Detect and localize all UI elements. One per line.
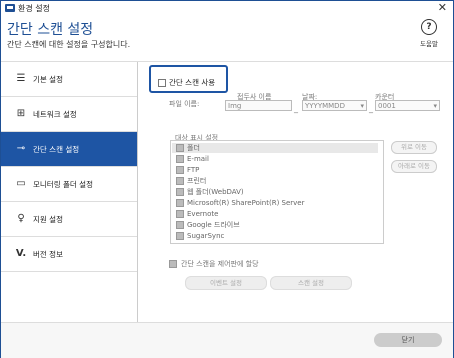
separator-1: _ [294,104,298,113]
sidebar-item-label: 버전 정보 [33,250,63,259]
sidebar-item-monitoring-folder[interactable]: ▭ 모니터링 폴더 설정 [1,167,137,202]
sidebar-item-basic[interactable]: ☰ 기본 설정 [1,62,137,97]
separator-2: _ [369,104,373,113]
list-item-label: Google 드라이브 [187,221,240,229]
list-item-label: SugarSync [187,232,225,240]
lightbulb-icon: ♀ [17,213,25,224]
enable-quick-scan-checkbox[interactable]: 간단 스캔 사용 [158,77,215,88]
settings-window: 환경 설정 ✕ 간단 스캔 설정 간단 스캔에 대한 설정을 구성합니다. ? … [0,0,454,358]
enable-quick-scan-label: 간단 스캔 사용 [169,78,216,87]
checkbox-icon [176,155,184,163]
list-item[interactable]: 프린터 [176,176,206,186]
list-item[interactable]: 폴더 [172,143,378,153]
list-item-label: E-mail [187,155,209,163]
settings-panel: 간단 스캔 사용 접두사 이름 날짜: 카운터 파일 이름: Img _ YYY… [138,62,453,322]
list-item[interactable]: E-mail [176,154,209,164]
close-icon[interactable]: ✕ [438,1,447,15]
checkbox-icon [176,177,184,185]
list-item[interactable]: Microsoft(R) SharePoint(R) Server [176,198,305,208]
filename-label: 파일 이름: [169,100,200,108]
event-settings-button[interactable]: 이벤트 설정 [185,276,267,290]
page-subtitle: 간단 스캔에 대한 설정을 구성합니다. [7,40,131,49]
move-down-button[interactable]: 아래로 이동 [391,160,437,173]
counter-select[interactable]: 0001 [375,100,440,112]
sidebar-item-version[interactable]: V. 버전 정보 [1,237,137,272]
move-up-button[interactable]: 위로 이동 [391,141,437,154]
checkbox-icon [176,166,184,174]
sidebar: ☰ 기본 설정 ⊞ 네트워크 설정 ⊸ 간단 스캔 설정 ▭ 모니터링 폴더 설… [1,62,138,322]
list-item[interactable]: 웹 폴더(WebDAV) [176,187,244,197]
checkbox-icon [158,79,166,87]
checkbox-icon [176,221,184,229]
list-item-label: Evernote [187,210,219,218]
assign-control-panel-checkbox[interactable]: 간단 스캔을 제어판에 할당 [169,259,259,269]
scan-settings-button[interactable]: 스캔 설정 [270,276,352,290]
list-item-label: Microsoft(R) SharePoint(R) Server [187,199,305,207]
list-item[interactable]: FTP [176,165,199,175]
targets-list: 폴더 E-mail FTP 프린터 웹 폴더(WebDAV) Microsoft… [170,140,384,244]
prefix-input[interactable]: Img [225,100,292,111]
help-label: 도움말 [420,40,438,48]
sidebar-item-quick-scan[interactable]: ⊸ 간단 스캔 설정 [1,132,137,167]
app-icon [5,4,15,12]
sidebar-item-label: 간단 스캔 설정 [33,145,80,154]
close-button[interactable]: 닫기 [374,333,442,347]
list-item-label: 프린터 [187,177,207,185]
counter-value: 0001 [378,102,396,110]
sidebar-item-label: 모니터링 폴더 설정 [33,180,93,189]
check-icon: V. [15,248,27,259]
sidebar-item-support[interactable]: ♀ 지원 설정 [1,202,137,237]
checkbox-icon [176,232,184,240]
sidebar-item-label: 지원 설정 [33,215,63,224]
list-item-label: 웹 폴더(WebDAV) [187,188,244,196]
list-item[interactable]: Evernote [176,209,218,219]
folder-icon: ▭ [16,178,26,189]
date-value: YYYYMMDD [305,102,345,110]
footer: 닫기 [1,322,453,358]
assign-control-panel-label: 간단 스캔을 제어판에 할당 [181,260,259,268]
checkbox-icon [176,144,184,152]
window-title: 환경 설정 [18,4,50,13]
key-icon: ⊸ [16,143,26,154]
help-icon: ? [421,19,437,35]
checkbox-icon [176,210,184,218]
network-icon: ⊞ [16,108,26,119]
list-item-label: FTP [187,166,200,174]
date-select[interactable]: YYYYMMDD [302,100,367,112]
checkbox-icon [176,199,184,207]
checkbox-icon [176,188,184,196]
sidebar-item-network[interactable]: ⊞ 네트워크 설정 [1,97,137,132]
page-header: 간단 스캔 설정 간단 스캔에 대한 설정을 구성합니다. ? 도움말 [1,15,453,62]
help-button[interactable]: ? 도움말 [415,19,443,48]
list-item-label: 폴더 [187,144,200,152]
sidebar-item-label: 네트워크 설정 [33,110,77,119]
list-icon: ☰ [16,73,26,84]
list-item[interactable]: SugarSync [176,231,224,241]
enable-quick-scan-box: 간단 스캔 사용 [149,65,228,93]
list-item[interactable]: Google 드라이브 [176,220,240,230]
sidebar-item-label: 기본 설정 [33,75,63,84]
page-title: 간단 스캔 설정 [7,22,94,38]
checkbox-icon [169,260,177,268]
title-bar: 환경 설정 ✕ [1,1,453,15]
